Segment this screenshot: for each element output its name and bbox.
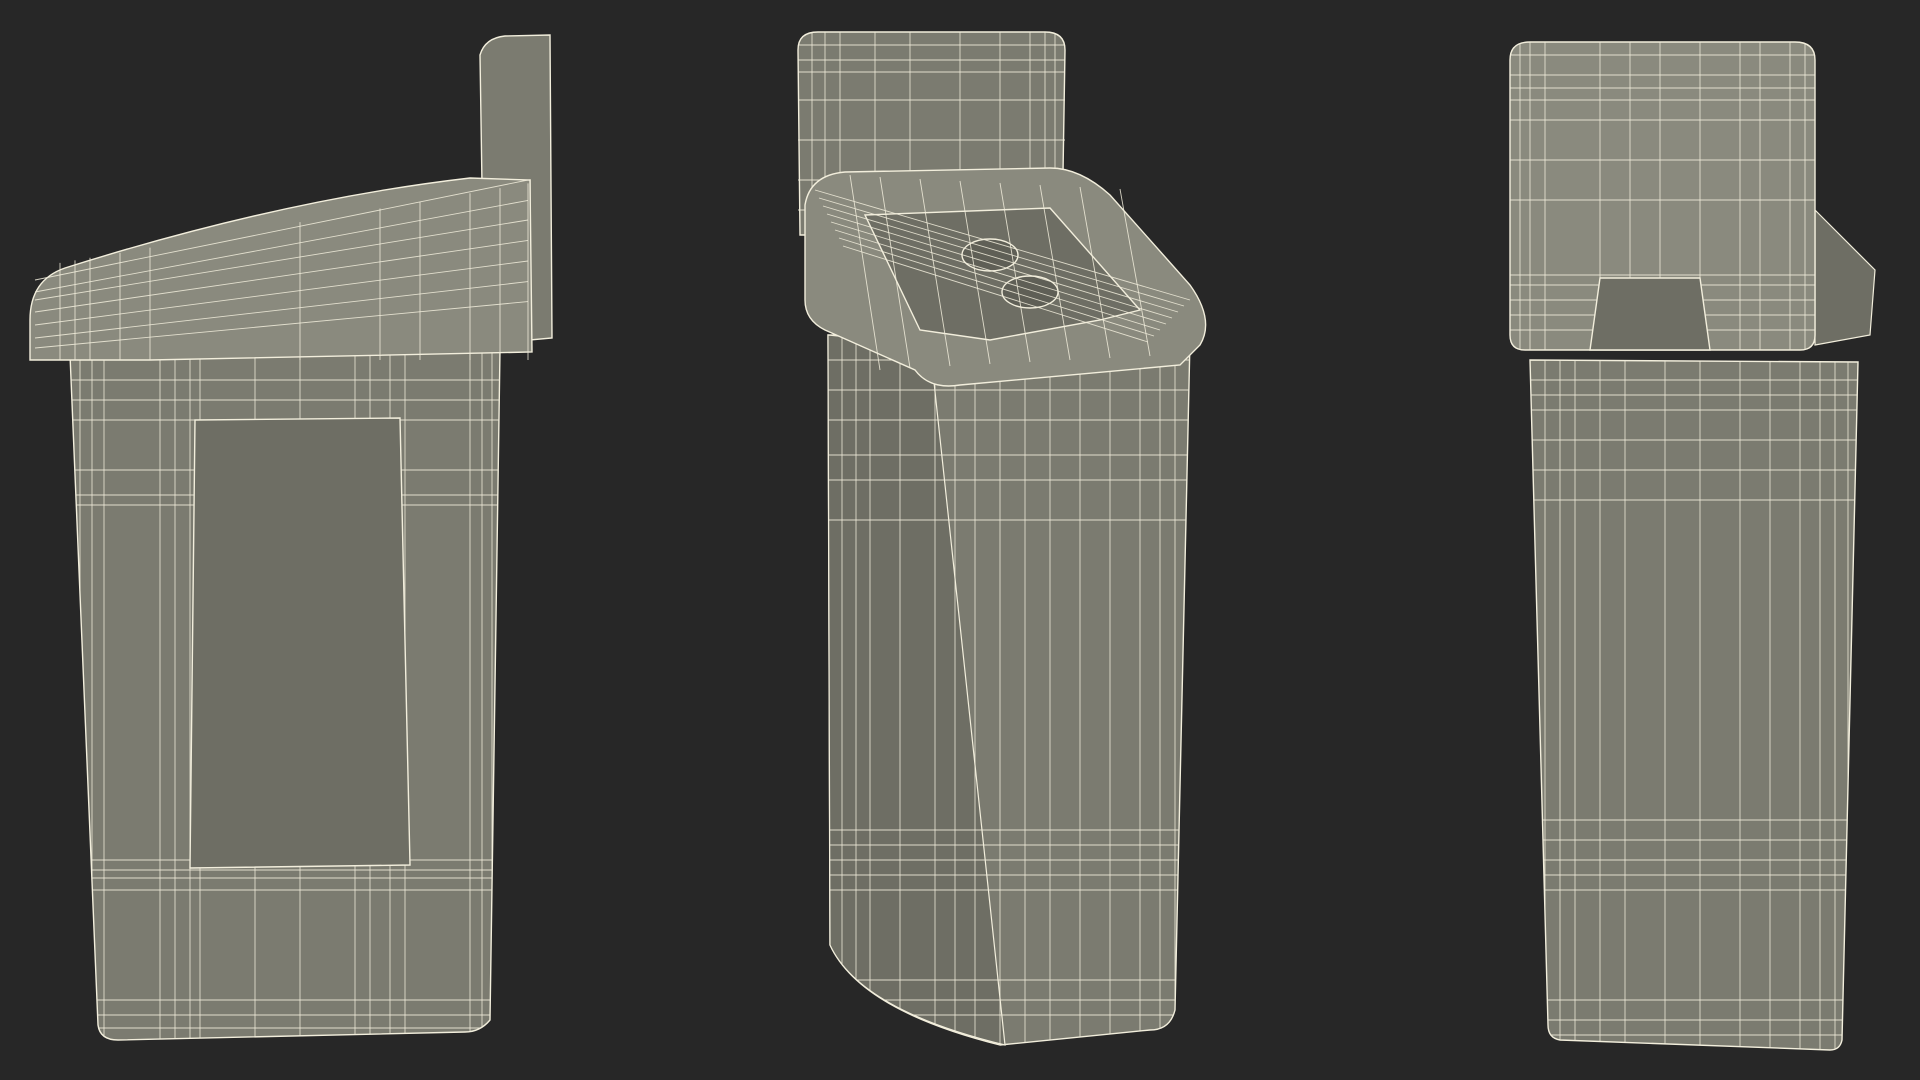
render-stage <box>0 0 1920 1080</box>
left-side-view <box>29 34 553 1041</box>
bin-lid <box>29 177 533 361</box>
hanger-slot <box>1589 277 1711 351</box>
rear-view <box>1509 41 1876 1051</box>
inset-panel <box>189 417 411 869</box>
wireframe-render <box>29 31 1876 1051</box>
lid-side-flap <box>1814 208 1876 346</box>
bin-body <box>1529 359 1859 1051</box>
three-quarter-view <box>797 31 1207 1046</box>
